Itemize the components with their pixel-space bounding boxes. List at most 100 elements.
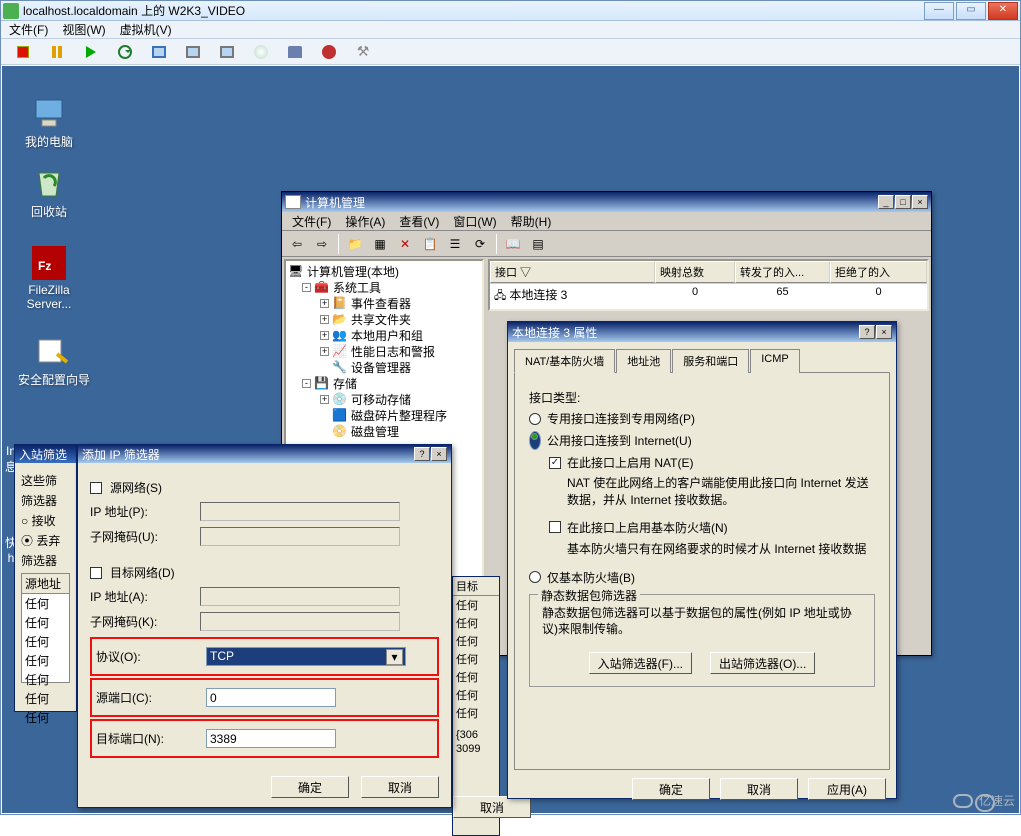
refresh-icon[interactable]: 📋 xyxy=(419,233,441,255)
mmc-menubar: 文件(F) 操作(A) 查看(V) 窗口(W) 帮助(H) xyxy=(282,212,931,231)
tree-node-defrag[interactable]: .🟦磁盘碎片整理程序 xyxy=(288,407,480,423)
reset-icon[interactable] xyxy=(117,44,133,60)
snapshot-icon[interactable] xyxy=(151,44,167,60)
col-rej[interactable]: 拒绝了的入 xyxy=(830,261,927,283)
mmc-close[interactable]: × xyxy=(912,195,928,209)
pause-icon[interactable] xyxy=(49,44,65,60)
play-icon[interactable] xyxy=(83,44,99,60)
mmc-menu-action[interactable]: 操作(A) xyxy=(345,213,385,230)
tree-node-root[interactable]: 🖥计算机管理(本地) xyxy=(288,263,480,279)
tab-pool[interactable]: 地址池 xyxy=(616,349,671,373)
export-icon[interactable]: ▤ xyxy=(527,233,549,255)
addip-ok[interactable]: 确定 xyxy=(271,776,349,798)
menu-file[interactable]: 文件(F) xyxy=(9,21,48,38)
tree-node-removable[interactable]: +💿可移动存储 xyxy=(288,391,480,407)
delete-icon[interactable]: ✕ xyxy=(394,233,416,255)
gear-icon[interactable] xyxy=(321,44,337,60)
tree-node-devmgr[interactable]: .🔧设备管理器 xyxy=(288,359,480,375)
watermark-icon xyxy=(953,794,973,808)
radio-private[interactable]: 专用接口连接到专用网络(P) xyxy=(529,410,875,427)
radio-drop[interactable]: ⦿ 丢弃 xyxy=(21,532,70,549)
tab-nat[interactable]: NAT/基本防火墙 xyxy=(514,349,615,373)
tree-node-diskmgmt[interactable]: .📀磁盘管理 xyxy=(288,423,480,439)
prop-titlebar[interactable]: 本地连接 3 属性 ?× xyxy=(508,322,896,342)
inbound-filter-button[interactable]: 入站筛选器(F)... xyxy=(589,652,692,674)
inbound-filter-dialog: 入站筛选 这些筛 筛选器 ○ 接收 ⦿ 丢弃 筛选器 源地址 任何任何 任何任何… xyxy=(14,444,77,712)
addip-cancel[interactable]: 取消 xyxy=(361,776,439,798)
maximize-button[interactable]: ▭ xyxy=(956,2,986,20)
tree-node-perf[interactable]: +📈性能日志和警报 xyxy=(288,343,480,359)
props-icon[interactable]: ▦ xyxy=(369,233,391,255)
vm-titlebar: localhost.localdomain 上的 W2K3_VIDEO — ▭ … xyxy=(1,1,1020,21)
prop-help[interactable]: ? xyxy=(859,325,875,339)
dst-port-input[interactable] xyxy=(206,729,336,748)
back-icon[interactable]: ⇦ xyxy=(286,233,308,255)
mmc-titlebar[interactable]: 计算机管理 _ □ × xyxy=(282,192,931,212)
svg-text:Fz: Fz xyxy=(38,259,51,273)
mmc-maximize[interactable]: □ xyxy=(895,195,911,209)
src-port-input[interactable] xyxy=(206,688,336,707)
menu-vm[interactable]: 虚拟机(V) xyxy=(120,21,172,38)
tab-icmp[interactable]: ICMP xyxy=(750,349,800,373)
prop-apply[interactable]: 应用(A) xyxy=(808,778,886,800)
stop-icon[interactable] xyxy=(15,44,31,60)
dst-mask-input xyxy=(200,612,400,631)
mmc-minimize[interactable]: _ xyxy=(878,195,894,209)
radio-public[interactable]: 公用接口连接到 Internet(U) xyxy=(529,431,875,450)
iface-type-label: 接口类型: xyxy=(529,389,875,406)
mmc-toolbar: ⇦ ⇨ 📁 ▦ ✕ 📋 ☰ ⟳ 📖 ▤ xyxy=(282,231,931,257)
desktop-icon-recycle[interactable]: 回收站 xyxy=(14,166,84,220)
fwd-icon[interactable]: ⇨ xyxy=(311,233,333,255)
mmc-title-text: 计算机管理 xyxy=(305,194,365,211)
guest-desktop[interactable]: 我的电脑 回收站 Fz FileZilla Server... 安全配置向导 I… xyxy=(2,66,1019,813)
prop-tabs: NAT/基本防火墙 地址池 服务和端口 ICMP xyxy=(514,348,890,372)
check-fw[interactable]: 在此接口上启用基本防火墙(N) xyxy=(529,519,875,536)
radio-accept[interactable]: ○ 接收 xyxy=(21,512,70,529)
list-icon[interactable]: ☰ xyxy=(444,233,466,255)
col-maps[interactable]: 映射总数 xyxy=(655,261,735,283)
col-interface[interactable]: 接口 ▽ xyxy=(490,261,655,283)
highlight-srcport: 源端口(C): xyxy=(90,678,439,717)
protocol-select[interactable]: TCP xyxy=(206,647,406,666)
screen2-icon[interactable] xyxy=(185,44,201,60)
list-row[interactable]: 🖧 本地连接 3 0 65 0 xyxy=(490,284,927,308)
filter-table[interactable]: 源地址 任何任何 任何任何 任何任何 任何 xyxy=(21,573,70,683)
help-icon[interactable]: 📖 xyxy=(502,233,524,255)
mmc-menu-file[interactable]: 文件(F) xyxy=(292,213,331,230)
check-dst-net[interactable]: 目标网络(D) xyxy=(90,564,439,581)
radio-fwonly[interactable]: 仅基本防火墙(B) xyxy=(529,569,875,586)
mmc-listview[interactable]: 接口 ▽ 映射总数 转发了的入... 拒绝了的入 🖧 本地连接 3 0 65 0 xyxy=(488,259,929,311)
up-icon[interactable]: 📁 xyxy=(344,233,366,255)
addip-help[interactable]: ? xyxy=(414,447,430,461)
outbound-filter-button[interactable]: 出站筛选器(O)... xyxy=(710,652,815,674)
minimize-button[interactable]: — xyxy=(924,2,954,20)
prop-ok[interactable]: 确定 xyxy=(632,778,710,800)
check-src-net[interactable]: 源网络(S) xyxy=(90,479,439,496)
prop-close[interactable]: × xyxy=(876,325,892,339)
vm-host-window: localhost.localdomain 上的 W2K3_VIDEO — ▭ … xyxy=(0,0,1021,815)
cd-icon[interactable] xyxy=(253,44,269,60)
tab-svc[interactable]: 服务和端口 xyxy=(672,349,749,373)
mmc-menu-window[interactable]: 窗口(W) xyxy=(453,213,496,230)
menu-view[interactable]: 视图(W) xyxy=(62,21,105,38)
screen3-icon[interactable] xyxy=(219,44,235,60)
tree-node-storage[interactable]: -💾存储 xyxy=(288,375,480,391)
addip-close[interactable]: × xyxy=(431,447,447,461)
refresh2-icon[interactable]: ⟳ xyxy=(469,233,491,255)
close-button[interactable]: ✕ xyxy=(988,2,1018,20)
mmc-menu-help[interactable]: 帮助(H) xyxy=(511,213,552,230)
desktop-icon-filezilla[interactable]: Fz FileZilla Server... xyxy=(14,246,84,311)
tree-node-shares[interactable]: +📂共享文件夹 xyxy=(288,311,480,327)
check-nat[interactable]: ✓在此接口上启用 NAT(E) xyxy=(529,454,875,471)
col-fwd[interactable]: 转发了的入... xyxy=(735,261,830,283)
tree-node-users[interactable]: +👥本地用户和组 xyxy=(288,327,480,343)
mmc-menu-view[interactable]: 查看(V) xyxy=(399,213,439,230)
desktop-icon-secwiz[interactable]: 安全配置向导 xyxy=(14,334,94,388)
desktop-icon-computer[interactable]: 我的电脑 xyxy=(14,96,84,150)
tree-node-systools[interactable]: -🧰系统工具 xyxy=(288,279,480,295)
prop-cancel[interactable]: 取消 xyxy=(720,778,798,800)
tree-node-events[interactable]: +📔事件查看器 xyxy=(288,295,480,311)
addip-titlebar[interactable]: 添加 IP 筛选器 ?× xyxy=(78,445,451,463)
disk-icon[interactable] xyxy=(287,44,303,60)
tool-icon[interactable]: ⚒ xyxy=(355,44,371,60)
